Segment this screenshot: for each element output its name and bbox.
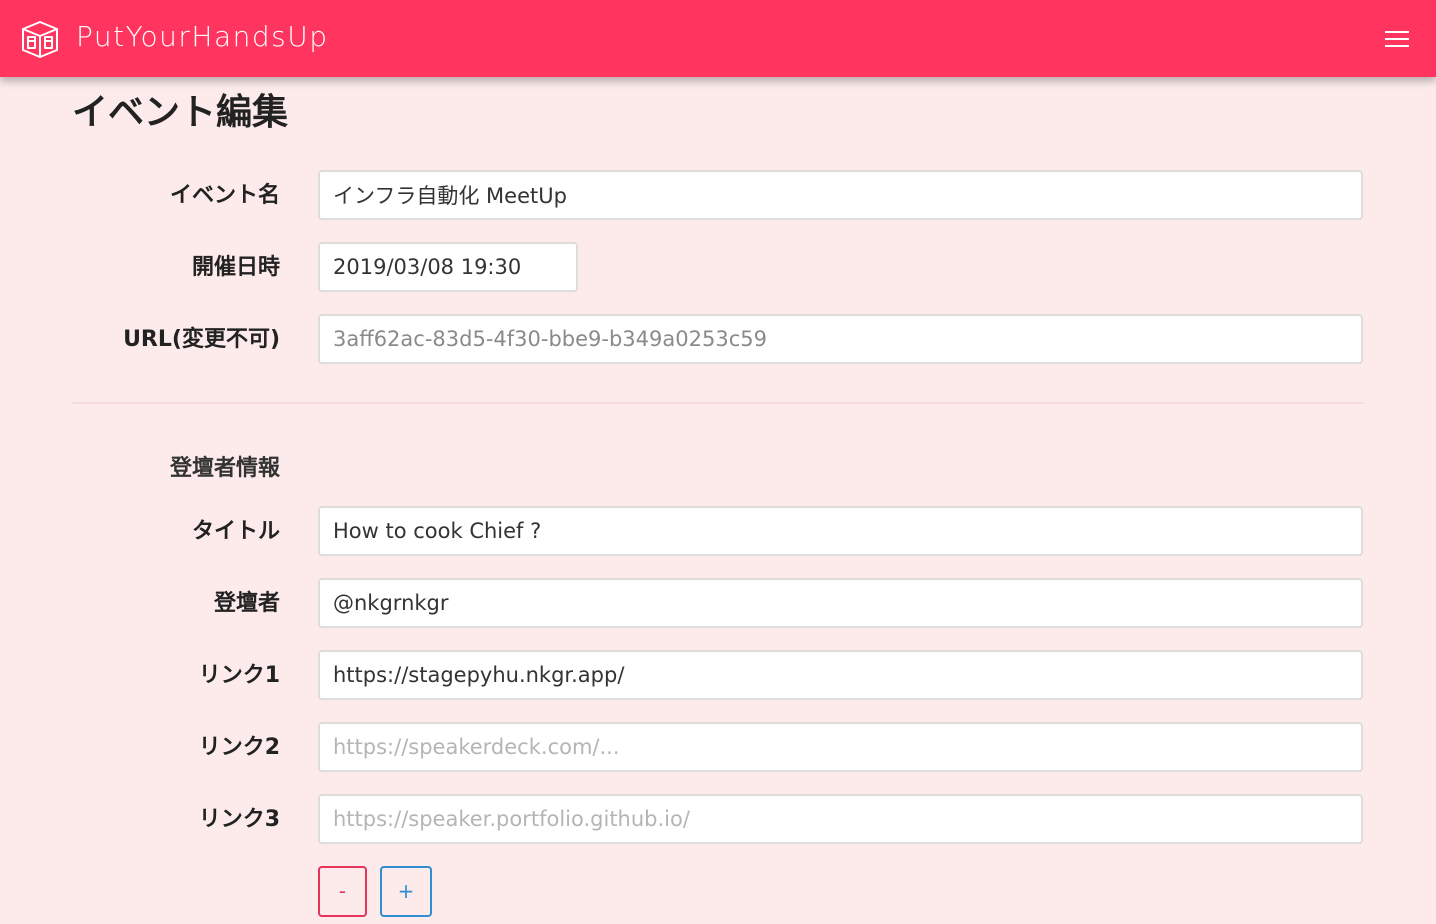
link3-label: リンク3 [198, 807, 280, 832]
speaker-name-input[interactable] [318, 578, 1363, 628]
speaker-title-label: タイトル [191, 519, 280, 544]
section-divider [72, 402, 1364, 404]
event-name-label: イベント名 [169, 183, 280, 208]
speaker-title-input[interactable] [318, 506, 1363, 556]
hamburger-menu-icon[interactable] [1378, 22, 1416, 56]
event-datetime-label: 開催日時 [191, 255, 280, 280]
link2-label: リンク2 [198, 735, 280, 760]
event-name-input[interactable] [318, 170, 1363, 220]
link1-label: リンク1 [198, 663, 280, 688]
top-navbar: PutYourHandsUp [0, 0, 1436, 77]
add-speaker-button[interactable]: + [380, 866, 432, 917]
event-datetime-input[interactable] [318, 242, 578, 292]
speaker-name-label: 登壇者 [213, 591, 280, 616]
event-url-label: URL(変更不可) [123, 327, 280, 352]
link3-input[interactable] [318, 794, 1363, 844]
menu-line-middle [1385, 38, 1409, 40]
brand-name[interactable]: PutYourHandsUp [76, 17, 328, 57]
speaker-section-heading: 登壇者情報 [169, 456, 280, 481]
menu-line-bottom [1385, 45, 1409, 47]
remove-speaker-button[interactable]: - [318, 866, 367, 917]
link2-input[interactable] [318, 722, 1363, 772]
hands-up-logo-icon[interactable] [20, 17, 60, 59]
page-title: イベント編集 [72, 92, 289, 133]
event-url-input[interactable] [318, 314, 1363, 364]
link1-input[interactable] [318, 650, 1363, 700]
menu-line-top [1385, 31, 1409, 33]
